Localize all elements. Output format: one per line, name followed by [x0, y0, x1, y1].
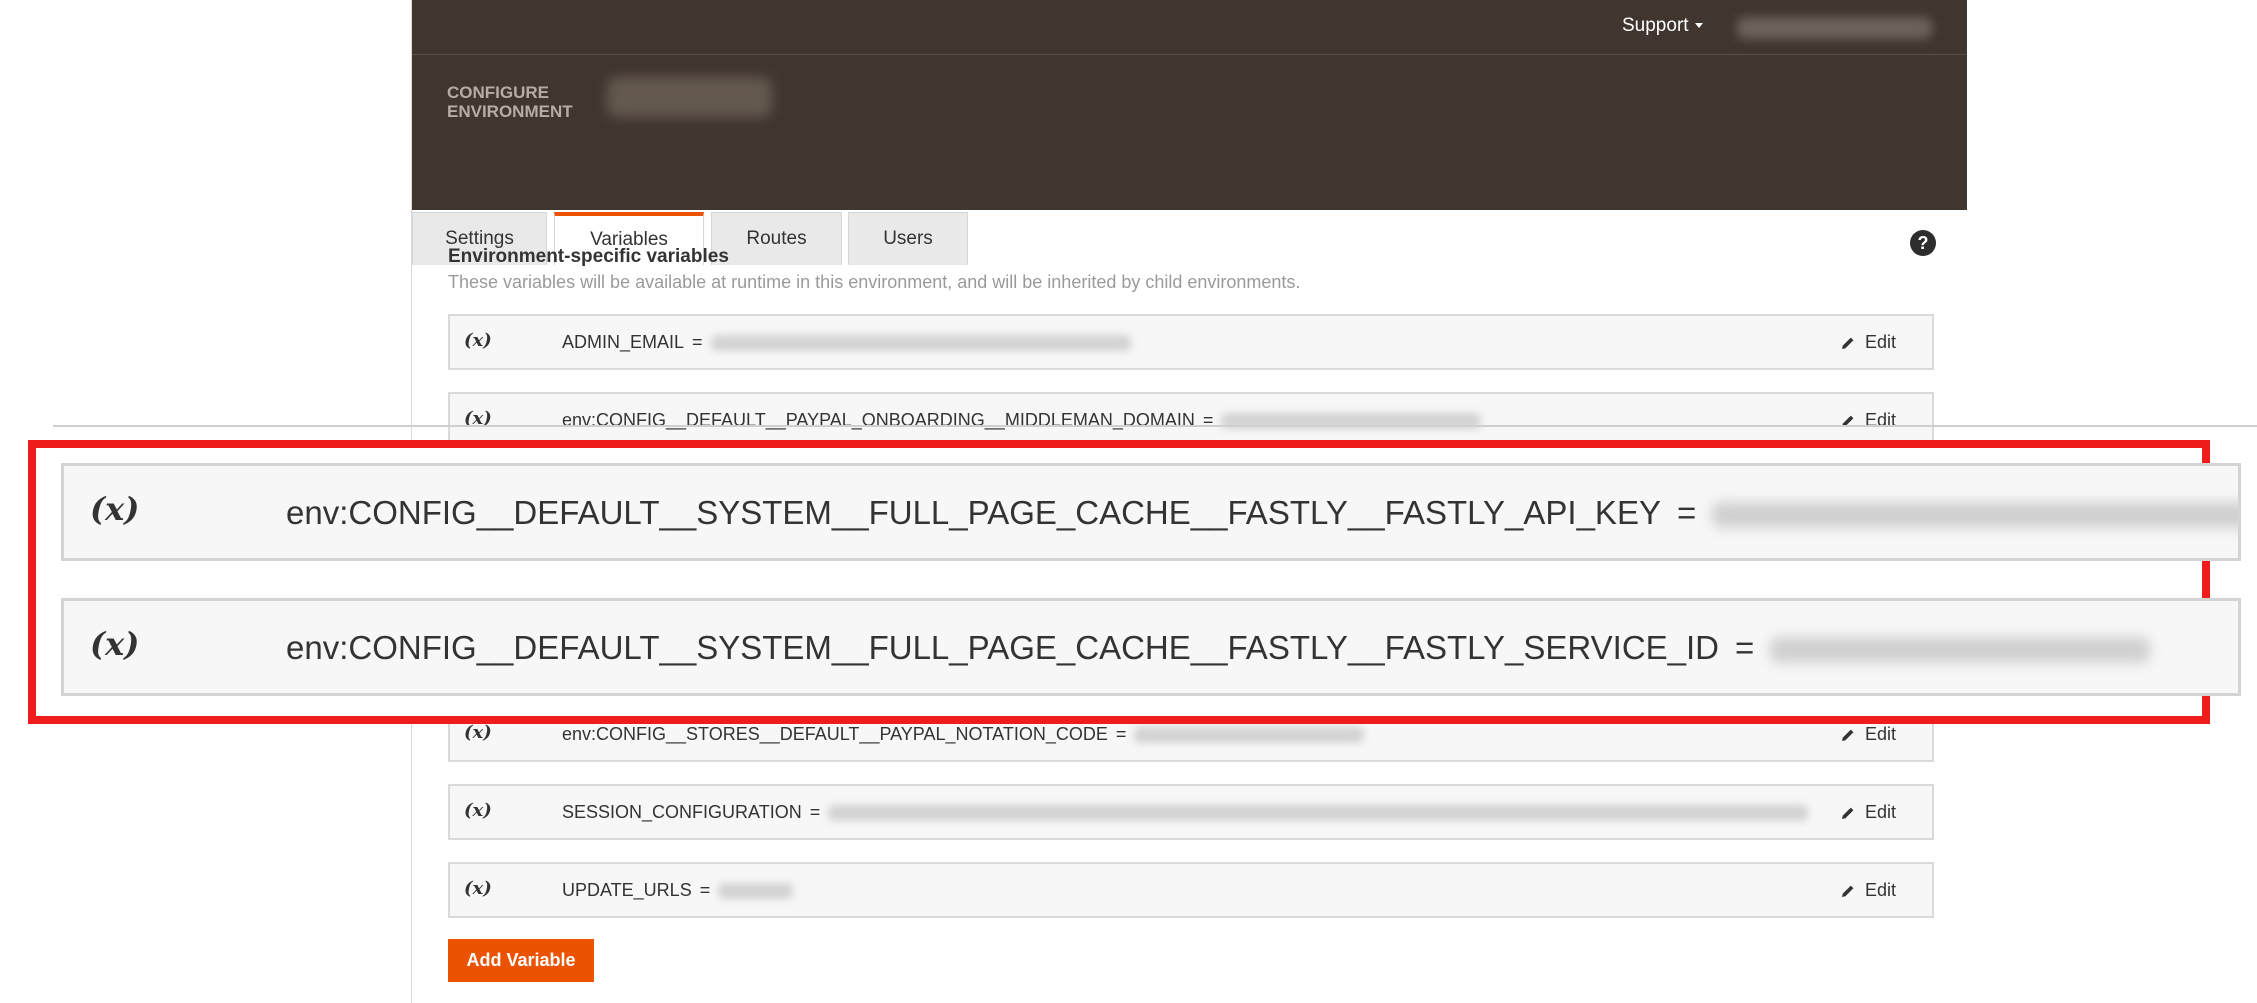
edit-button-label: Edit: [1864, 880, 1896, 900]
variable-icon: (x): [464, 330, 492, 351]
variable-name: env:CONFIG__DEFAULT__PAYPAL_ONBOARDING__…: [562, 410, 1195, 430]
variable-name: env:CONFIG__DEFAULT__SYSTEM__FULL_PAGE_C…: [286, 629, 1720, 666]
edit-button-label: Edit: [1864, 410, 1896, 430]
edit-button[interactable]: Edit: [1841, 332, 1896, 353]
edit-button-label: Edit: [1864, 332, 1896, 352]
variable-name: UPDATE_URLS: [562, 880, 692, 900]
variable-value-redacted: [1134, 727, 1365, 744]
support-menu[interactable]: Support: [1622, 15, 1703, 37]
variable-row: (x) SESSION_CONFIGURATION = Edit: [448, 784, 1934, 840]
edit-button-label: Edit: [1864, 724, 1896, 744]
edit-button[interactable]: Edit: [1841, 410, 1896, 431]
edit-button-label: Edit: [1864, 802, 1896, 822]
user-account-menu[interactable]: [1737, 17, 1932, 39]
equals-sign: =: [1115, 724, 1127, 744]
pencil-icon: [1841, 807, 1854, 819]
variable-value-redacted: [718, 883, 794, 900]
variable-icon: (x): [90, 490, 140, 528]
add-variable-button[interactable]: Add Variable: [448, 939, 594, 982]
equals-sign: =: [1735, 629, 1755, 666]
variable-name: SESSION_CONFIGURATION: [562, 802, 802, 822]
caret-down-icon: [1694, 23, 1703, 29]
equals-sign: =: [1202, 410, 1214, 430]
pencil-icon: [1841, 885, 1854, 897]
top-navigation-bar: Support: [412, 0, 1967, 55]
variable-name: env:CONFIG__STORES__DEFAULT__PAYPAL_NOTA…: [562, 724, 1108, 744]
equals-sign: =: [809, 802, 821, 822]
edit-button[interactable]: Edit: [1832, 802, 1896, 823]
page-title: CONFIGURE ENVIRONMENT: [447, 83, 573, 121]
variable-value-redacted: [1770, 637, 2151, 664]
variable-icon: (x): [464, 722, 492, 743]
equals-sign: =: [692, 332, 703, 352]
question-icon[interactable]: ?: [1910, 230, 1936, 256]
equals-sign: =: [699, 880, 711, 900]
variable-row: (x) UPDATE_URLS = Edit: [448, 862, 1934, 918]
support-menu-label: Support: [1622, 15, 1689, 36]
edit-button[interactable]: Edit: [1841, 880, 1896, 901]
section-heading: Environment-specific variables: [448, 246, 729, 267]
page-header: CONFIGURE ENVIRONMENT Settings Variables…: [412, 55, 1967, 265]
callout-divider: [53, 425, 2257, 427]
section-description: These variables will be available at run…: [448, 272, 1301, 292]
pencil-icon: [1841, 337, 1854, 349]
variables-section-header: Environment-specific variables These var…: [448, 246, 1300, 293]
variable-name: ADMIN_EMAIL: [562, 332, 685, 352]
variable-icon: (x): [464, 800, 492, 821]
variable-icon: (x): [90, 625, 140, 663]
environment-name: [607, 77, 772, 117]
zoomed-variable-row: (x) env:CONFIG__DEFAULT__SYSTEM__FULL_PA…: [61, 598, 2241, 696]
variable-value-redacted: [710, 335, 1131, 352]
variable-value-redacted: [1712, 502, 2238, 529]
equals-sign: =: [1676, 494, 1697, 531]
variable-value-redacted: [828, 805, 1809, 822]
variable-name: env:CONFIG__DEFAULT__SYSTEM__FULL_PAGE_C…: [286, 494, 1661, 531]
pencil-icon: [1841, 729, 1854, 741]
edit-button[interactable]: Edit: [1841, 724, 1896, 745]
zoomed-variable-row: (x) env:CONFIG__DEFAULT__SYSTEM__FULL_PA…: [61, 463, 2241, 561]
zoom-callout: (x) env:CONFIG__DEFAULT__SYSTEM__FULL_PA…: [28, 440, 2241, 724]
variable-row: (x) ADMIN_EMAIL = Edit: [448, 314, 1934, 370]
variable-icon: (x): [464, 878, 492, 899]
